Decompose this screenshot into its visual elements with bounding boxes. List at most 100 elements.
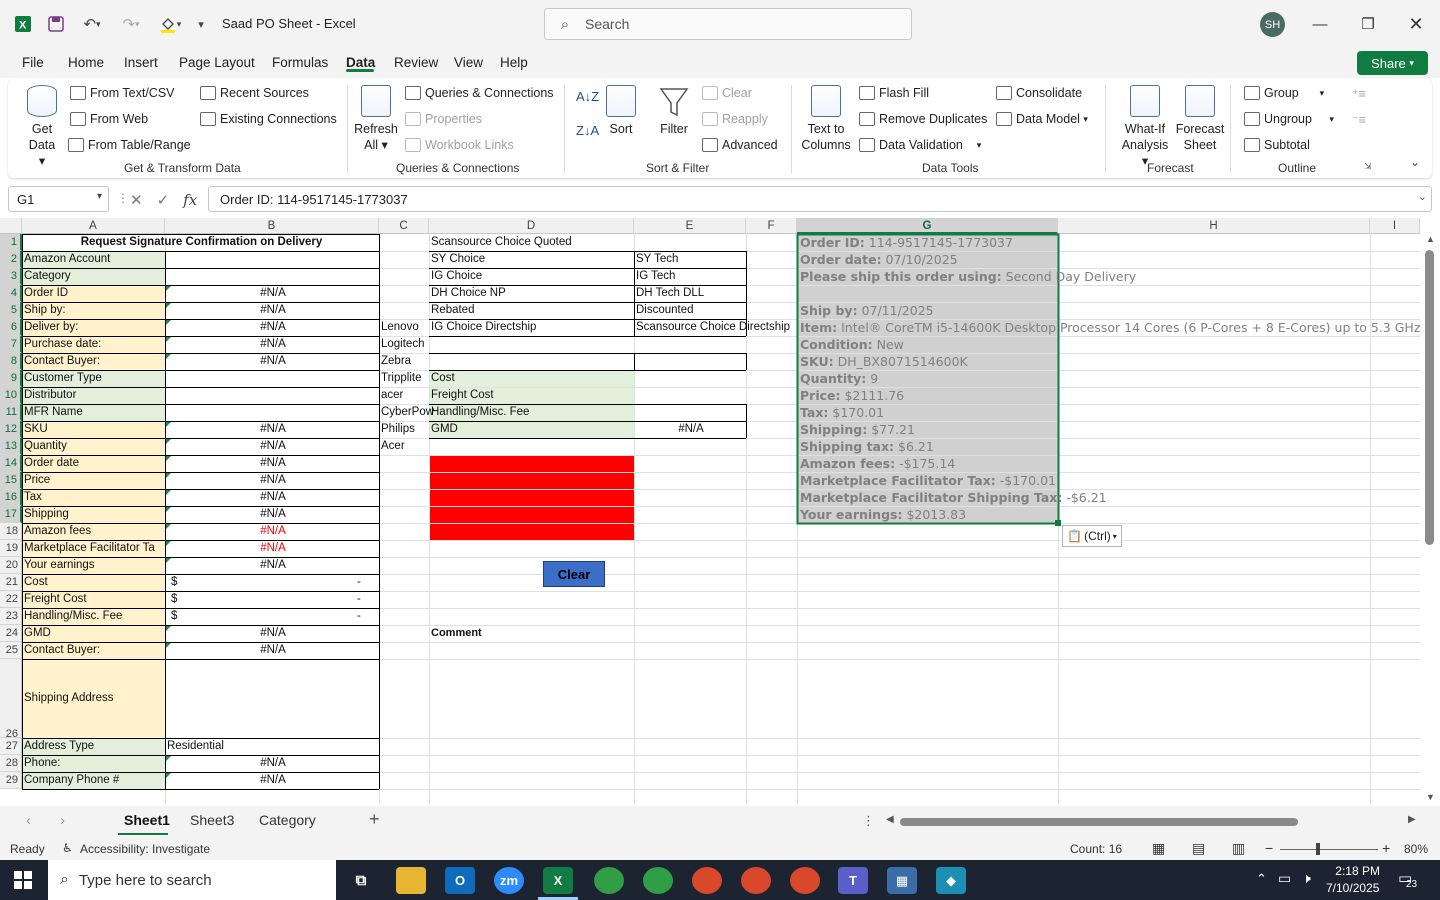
cell-a16[interactable]: Tax (22, 489, 42, 506)
chrome-icon[interactable] (643, 867, 673, 894)
tab-help[interactable]: Help (500, 55, 528, 70)
cell-g5[interactable]: Ship by: 07/11/2025 (797, 302, 934, 319)
remove-duplicates-button[interactable]: Remove Duplicates (859, 112, 987, 126)
cell-a18[interactable]: Amazon fees (22, 523, 91, 540)
volume-icon[interactable]: 🕨 (1302, 870, 1311, 887)
flash-fill-button[interactable]: Flash Fill (859, 86, 929, 100)
cell-b6[interactable]: #N/A (165, 319, 379, 336)
vertical-scrollbar[interactable]: ▲ ▼ (1420, 234, 1440, 804)
network-icon[interactable]: ▭ (1278, 870, 1291, 887)
advanced-filter-button[interactable]: Advanced (702, 138, 778, 152)
cell-b5[interactable]: #N/A (165, 302, 379, 319)
avatar[interactable]: SH (1260, 12, 1285, 37)
cell-b22-currency[interactable]: $ (169, 591, 177, 608)
reapply-button[interactable]: Reapply (702, 112, 768, 126)
cell-d10[interactable]: Freight Cost (429, 387, 494, 404)
sheet-tab-sheet1[interactable]: Sheet1 (124, 812, 170, 828)
worksheet-grid[interactable]: ABCDEFGHI 1 2 3 4 5 6 7 8 9 10 11 12 13 14 15 16 17 18 19 2… (0, 218, 1420, 804)
cell-g14[interactable]: Amazon fees: -$175.14 (797, 455, 955, 472)
clock-date[interactable]: 7/10/2025 (1326, 881, 1379, 895)
cell-a4[interactable]: Order ID (22, 285, 68, 302)
tab-view[interactable]: View (454, 55, 483, 70)
clear-filter-button[interactable]: Clear (702, 86, 752, 100)
tab-review[interactable]: Review (394, 55, 438, 70)
clear-button[interactable]: Clear (543, 561, 605, 587)
file-explorer-icon[interactable] (396, 867, 426, 894)
cell-c7[interactable]: Logitech (379, 336, 424, 353)
from-web-button[interactable]: From Web (70, 112, 148, 126)
cell-a1-header[interactable]: Request Signature Confirmation on Delive… (22, 234, 379, 251)
redo-icon[interactable]: ↷ ▾ (114, 13, 148, 35)
scroll-left-icon[interactable]: ◀ (886, 814, 894, 825)
undo-icon[interactable]: ↶ ▾ (74, 13, 110, 35)
horizontal-scroll-thumb[interactable] (900, 818, 1298, 826)
cell-d9[interactable]: Cost (429, 370, 455, 387)
tab-data[interactable]: Data (346, 55, 375, 70)
chrome-icon[interactable] (741, 867, 771, 894)
chrome-icon[interactable] (790, 867, 820, 894)
page-break-view-icon[interactable]: ▥ (1232, 840, 1245, 857)
cancel-icon[interactable]: ✕ (130, 192, 157, 209)
cell-d4[interactable]: DH Choice NP (429, 285, 506, 302)
filter-button[interactable]: Filter (656, 85, 692, 137)
cell-a7[interactable]: Purchase date: (22, 336, 101, 353)
cell-c9[interactable]: Tripplite (379, 370, 421, 387)
sort-az-icon[interactable]: A↓Z (576, 89, 599, 104)
expand-formula-icon[interactable]: ⌄ (1418, 190, 1427, 203)
scroll-down-icon[interactable]: ▼ (1426, 792, 1435, 802)
cell-a13[interactable]: Quantity (22, 438, 67, 455)
cell-b8[interactable]: #N/A (165, 353, 379, 370)
cell-g6[interactable]: Item: Intel® CoreTM i5-14600K Desktop Pr… (797, 319, 1420, 336)
cell-g9[interactable]: Quantity: 9 (797, 370, 878, 387)
minimize-icon[interactable]: — (1306, 12, 1334, 36)
cell-e4[interactable]: DH Tech DLL (634, 285, 704, 302)
task-view-icon[interactable]: ⧉ (346, 867, 376, 894)
properties-button[interactable]: Properties (405, 112, 482, 126)
fill-color-icon[interactable]: ▾ (152, 13, 188, 35)
workbook-links-button[interactable]: Workbook Links (405, 138, 514, 152)
sort-button[interactable]: Sort (604, 85, 638, 137)
cell-g3[interactable]: Please ship this order using: Second Day… (797, 268, 1136, 285)
zoom-out-icon[interactable]: − (1265, 840, 1273, 856)
cell-a26[interactable]: Shipping Address (22, 659, 114, 738)
cell-a10[interactable]: Distributor (22, 387, 76, 404)
scroll-right-icon[interactable]: ▶ (1408, 814, 1416, 825)
tab-home[interactable]: Home (68, 55, 104, 70)
cell-c12[interactable]: Philips (379, 421, 415, 438)
data-validation-button[interactable]: Data Validation ▾ (859, 138, 981, 152)
zoom-level[interactable]: 80% (1404, 842, 1428, 856)
cell-b7[interactable]: #N/A (165, 336, 379, 353)
cell-g11[interactable]: Tax: $170.01 (797, 404, 884, 421)
what-if-analysis-button[interactable]: What-If Analysis ▾ (1120, 85, 1170, 169)
chrome-icon[interactable] (594, 867, 624, 894)
cell-b19[interactable]: #N/A (165, 540, 379, 557)
cell-c6[interactable]: Lenovo (379, 319, 419, 336)
accessibility-status[interactable]: Accessibility: Investigate (80, 842, 210, 856)
cell-a23[interactable]: Handling/Misc. Fee (22, 608, 122, 625)
search-input[interactable]: ⌕ Search (544, 8, 912, 40)
teams-icon[interactable]: T (838, 867, 868, 894)
get-data-button[interactable]: Get Data ▾ (24, 85, 60, 169)
cell-b16[interactable]: #N/A (165, 489, 379, 506)
cell-b17[interactable]: #N/A (165, 506, 379, 523)
cell-b4[interactable]: #N/A (165, 285, 379, 302)
dialog-launcher-icon[interactable]: ⇲ (1364, 161, 1372, 172)
hide-detail-icon[interactable]: ⁻≡ (1352, 112, 1366, 127)
cell-c11[interactable]: CyberPow (379, 404, 434, 421)
from-table-range-button[interactable]: From Table/Range (68, 138, 191, 152)
cell-b28[interactable]: #N/A (165, 755, 379, 772)
tab-page-layout[interactable]: Page Layout (179, 55, 255, 70)
cell-b15[interactable]: #N/A (165, 472, 379, 489)
close-icon[interactable]: ✕ (1402, 12, 1430, 36)
cell-b12[interactable]: #N/A (165, 421, 379, 438)
share-button[interactable]: Share ▾ (1357, 51, 1428, 75)
customize-toolbar-icon[interactable]: ▾ (192, 13, 210, 35)
paste-options-button[interactable]: 📋 (Ctrl) ▾ (1062, 525, 1122, 547)
outlook-icon[interactable]: O (445, 867, 475, 894)
name-box[interactable]: G1 ▾ (8, 186, 109, 212)
subtotal-button[interactable]: Subtotal (1244, 138, 1310, 152)
prev-sheet-icon[interactable]: ‹ (26, 812, 31, 829)
cell-b23-currency[interactable]: $ (169, 608, 177, 625)
cell-d1[interactable]: Scansource Choice Quoted (429, 234, 572, 251)
cell-a11[interactable]: MFR Name (22, 404, 83, 421)
